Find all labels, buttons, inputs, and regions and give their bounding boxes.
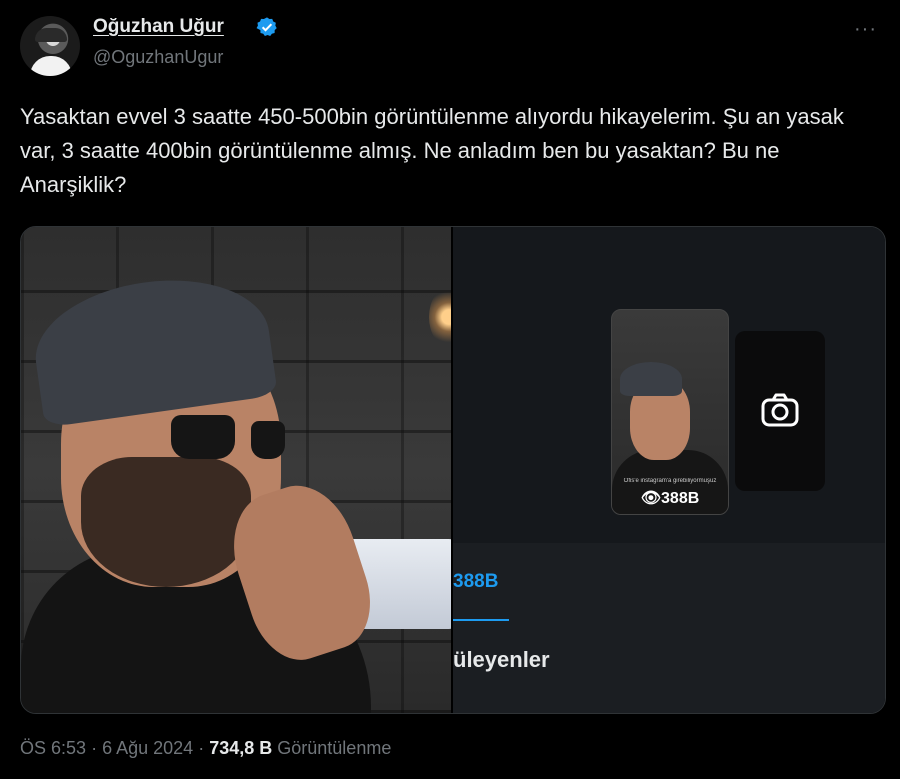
meta-separator: · [198,738,205,758]
meta-separator: · [91,738,98,758]
thumb-cap [620,362,682,396]
author-handle[interactable]: @OguzhanUgur [93,47,223,68]
glasses-left-lens [171,415,235,459]
verified-badge-icon [256,17,277,36]
tweet-meta: ÖS 6:53 · 6 Ağu 2024 · 734,8 B Görüntüle… [20,738,391,759]
person-sunglasses [101,415,285,461]
viewers-label: üleyenler [453,647,550,672]
thumb-caption: Ofis'e instagram'a girebiliyormuşuz [623,478,717,484]
story-thumbnail[interactable]: Ofis'e instagram'a girebiliyormuşuz 👁388… [611,309,729,515]
author-avatar[interactable] [20,16,80,76]
views-count[interactable]: 388B [453,571,498,593]
author-name[interactable]: Oğuzhan Uğur [93,16,224,38]
add-story-card[interactable] [735,331,825,491]
more-icon[interactable]: ··· [854,19,877,39]
views-label: Görüntülenme [277,738,392,758]
tweet-media[interactable]: Ofis'e instagram'a girebiliyormuşuz 👁388… [20,226,886,714]
avatar-hat [35,28,67,42]
avatar-body [30,56,72,76]
views-underline [453,619,509,621]
views-number: 734,8 B [209,738,273,758]
media-screenshot[interactable]: Ofis'e instagram'a girebiliyormuşuz 👁388… [453,227,885,713]
camera-icon [761,393,799,427]
tweet-date[interactable]: 6 Ağu 2024 [102,738,193,758]
viewers-panel [453,543,885,713]
thumb-views: 👁388B [612,488,728,508]
thumb-views-count: 388B [661,490,700,507]
thumbnail-pointer [657,525,685,539]
person-beard [81,457,251,587]
tweet-text: Yasaktan evvel 3 saatte 450-500bin görün… [20,104,844,197]
eye-icon: 👁 [640,490,662,507]
media-photo[interactable] [21,227,451,713]
glasses-right-lens [251,421,285,459]
tweet-time[interactable]: ÖS 6:53 [20,738,86,758]
